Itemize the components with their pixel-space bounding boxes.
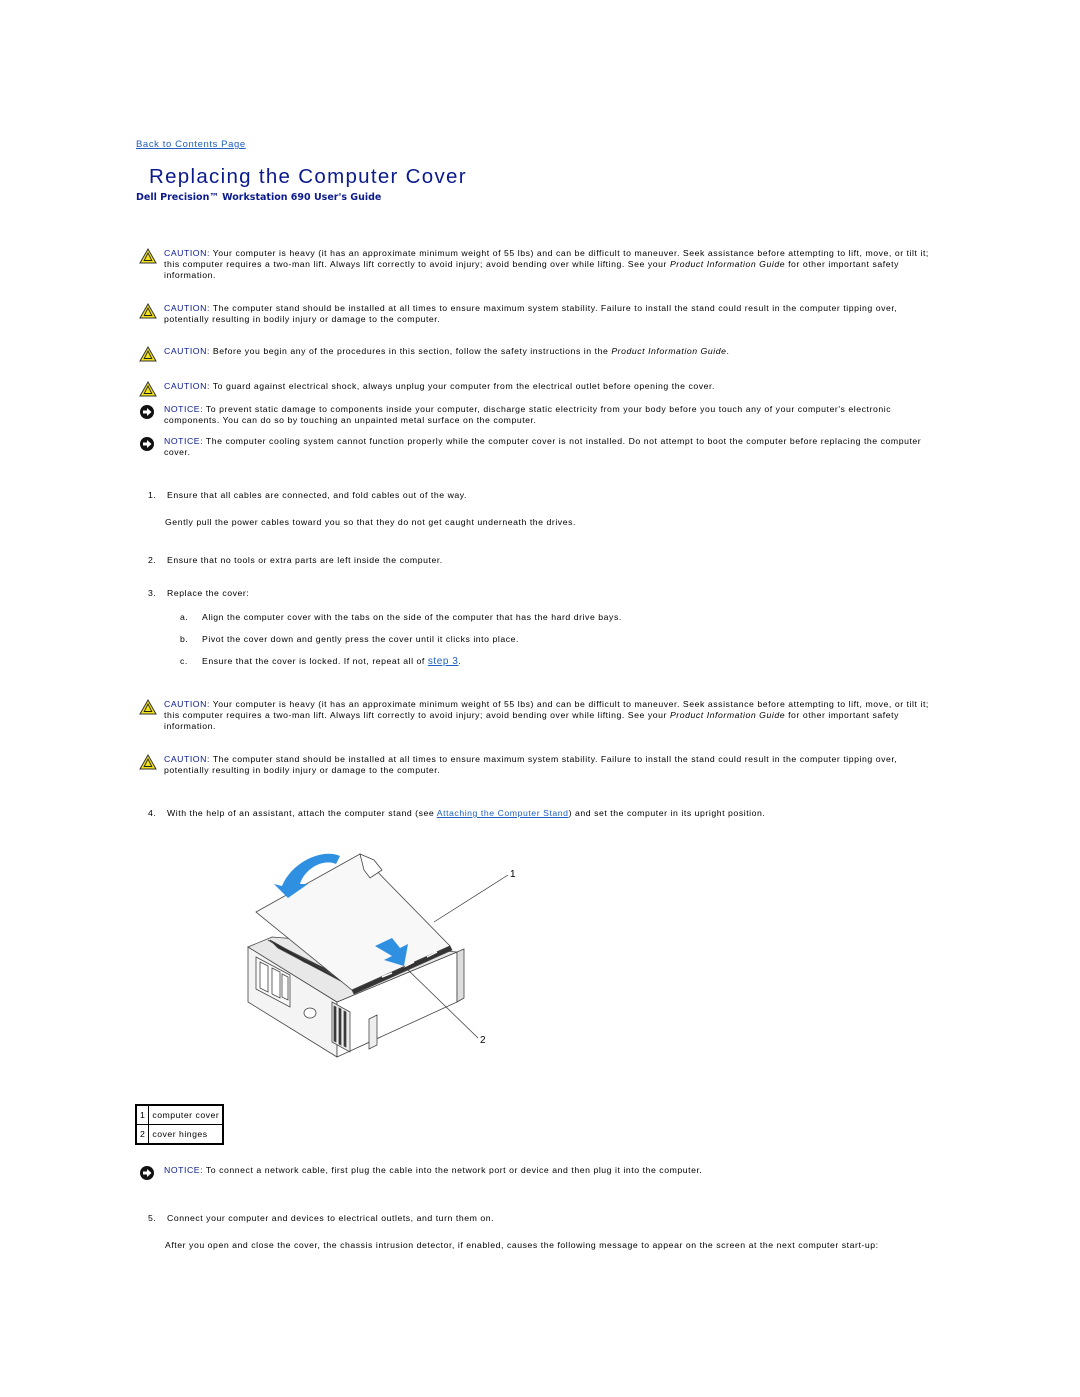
guide-subtitle: Dell Precision™ Workstation 690 User's G… <box>136 192 382 203</box>
caution-icon <box>139 248 157 264</box>
caution-icon <box>139 381 157 397</box>
computer-cover-illustration: 1 2 <box>247 853 516 1058</box>
notice-text: NOTICE: To prevent static damage to comp… <box>164 404 892 425</box>
notice-note: NOTICE: The computer cooling system cann… <box>139 436 939 460</box>
legend-label: computer cover <box>148 1104 224 1125</box>
step-2: 2. Ensure that no tools or extra parts a… <box>148 555 443 565</box>
notice-note: NOTICE: To connect a network cable, firs… <box>139 1165 939 1180</box>
notice-text: NOTICE: To connect a network cable, firs… <box>164 1165 703 1175</box>
caution-note: CAUTION: The computer stand should be in… <box>139 754 939 778</box>
legend-row: 2 cover hinges <box>135 1124 224 1145</box>
substep-b: b. Pivot the cover down and gently press… <box>180 634 519 644</box>
notice-note: NOTICE: To prevent static damage to comp… <box>139 404 939 428</box>
legend-label: cover hinges <box>148 1124 224 1145</box>
caution-note: CAUTION: Your computer is heavy (it has … <box>139 699 939 733</box>
back-to-contents-link[interactable]: Back to Contents Page <box>136 139 246 150</box>
step-3-link[interactable]: step 3 <box>428 656 459 667</box>
legend-number: 2 <box>135 1124 150 1145</box>
caution-text: CAUTION: Your computer is heavy (it has … <box>164 248 929 280</box>
step-1: 1. Ensure that all cables are connected,… <box>148 490 468 500</box>
caution-icon <box>139 346 157 362</box>
legend-number: 1 <box>135 1104 150 1125</box>
page-title: Replacing the Computer Cover <box>149 165 467 188</box>
attaching-computer-stand-link[interactable]: Attaching the Computer Stand <box>437 808 569 818</box>
document-page: Back to Contents Page Replacing the Comp… <box>0 0 1080 1397</box>
substep-c: c. Ensure that the cover is locked. If n… <box>180 656 462 667</box>
callout-1: 1 <box>510 869 516 880</box>
notice-icon <box>140 405 154 419</box>
notice-text: NOTICE: The computer cooling system cann… <box>164 436 922 457</box>
step-5-detail: After you open and close the cover, the … <box>165 1240 879 1250</box>
caution-text: CAUTION: Your computer is heavy (it has … <box>164 699 929 731</box>
legend-row: 1 computer cover <box>135 1104 224 1125</box>
figure-legend-table: 1 computer cover 2 cover hinges <box>135 1104 225 1145</box>
substep-a: a. Align the computer cover with the tab… <box>180 612 622 622</box>
caution-note: CAUTION: To guard against electrical sho… <box>139 381 939 397</box>
caution-note: CAUTION: Before you begin any of the pro… <box>139 346 939 362</box>
caution-text: CAUTION: Before you begin any of the pro… <box>164 346 730 356</box>
step-5: 5. Connect your computer and devices to … <box>148 1213 495 1223</box>
caution-note: CAUTION: Your computer is heavy (it has … <box>139 248 939 282</box>
step-3: 3. Replace the cover: <box>148 588 250 598</box>
callout-2: 2 <box>480 1035 486 1046</box>
caution-icon <box>139 699 157 715</box>
caution-text: CAUTION: The computer stand should be in… <box>164 303 898 324</box>
caution-note: CAUTION: The computer stand should be in… <box>139 303 939 327</box>
caution-text: CAUTION: The computer stand should be in… <box>164 754 898 775</box>
step-1-detail: Gently pull the power cables toward you … <box>165 517 576 527</box>
notice-icon <box>140 437 154 451</box>
caution-icon <box>139 303 157 319</box>
notice-icon <box>140 1166 154 1180</box>
step-4: 4. With the help of an assistant, attach… <box>148 808 766 818</box>
caution-icon <box>139 754 157 770</box>
caution-text: CAUTION: To guard against electrical sho… <box>164 381 715 391</box>
